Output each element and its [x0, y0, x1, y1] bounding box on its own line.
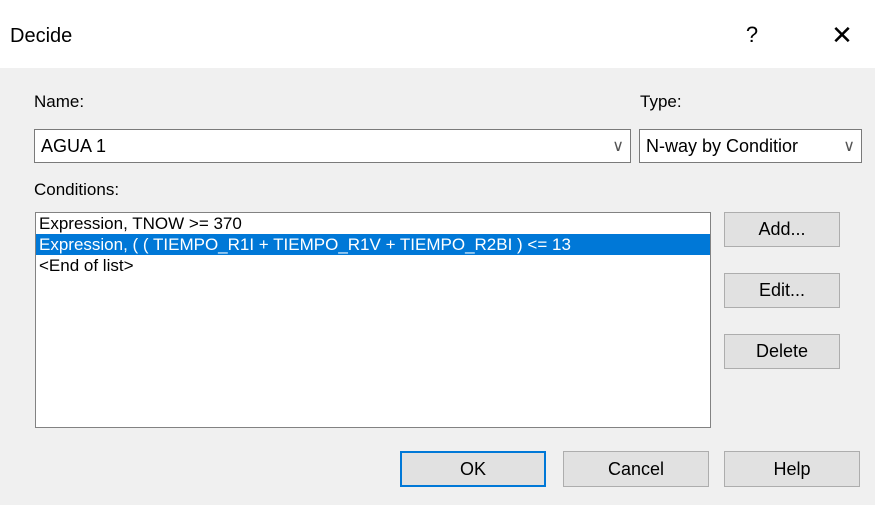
- list-item[interactable]: Expression, TNOW >= 370: [36, 213, 710, 234]
- type-combobox[interactable]: N-way by Conditior ∨: [639, 129, 862, 163]
- edit-button[interactable]: Edit...: [724, 273, 840, 308]
- type-value: N-way by Conditior: [646, 136, 799, 156]
- title-bar: Decide ? ✕: [0, 0, 875, 68]
- add-button[interactable]: Add...: [724, 212, 840, 247]
- name-label: Name:: [34, 92, 85, 111]
- conditions-label: Conditions:: [34, 180, 120, 199]
- delete-button[interactable]: Delete: [724, 334, 840, 369]
- conditions-listbox[interactable]: Expression, TNOW >= 370 Expression, ( ( …: [35, 212, 711, 428]
- help-question-icon[interactable]: ?: [737, 20, 767, 50]
- help-button[interactable]: Help: [724, 451, 860, 487]
- name-value: AGUA 1: [41, 136, 107, 156]
- close-icon[interactable]: ✕: [822, 18, 862, 52]
- list-item-end-of-list[interactable]: <End of list>: [36, 255, 710, 276]
- decide-dialog: Decide ? ✕ Name: AGUA 1 ∨ Type: N-way by…: [0, 0, 875, 505]
- chevron-down-icon[interactable]: ∨: [843, 130, 855, 162]
- list-item-selected[interactable]: Expression, ( ( TIEMPO_R1I + TIEMPO_R1V …: [36, 234, 710, 255]
- dialog-title: Decide: [10, 25, 73, 47]
- cancel-button[interactable]: Cancel: [563, 451, 709, 487]
- name-combobox[interactable]: AGUA 1 ∨: [34, 129, 631, 163]
- dialog-body: Name: AGUA 1 ∨ Type: N-way by Conditior …: [0, 68, 875, 505]
- type-label: Type:: [640, 92, 682, 111]
- ok-button[interactable]: OK: [400, 451, 546, 487]
- chevron-down-icon[interactable]: ∨: [612, 130, 624, 162]
